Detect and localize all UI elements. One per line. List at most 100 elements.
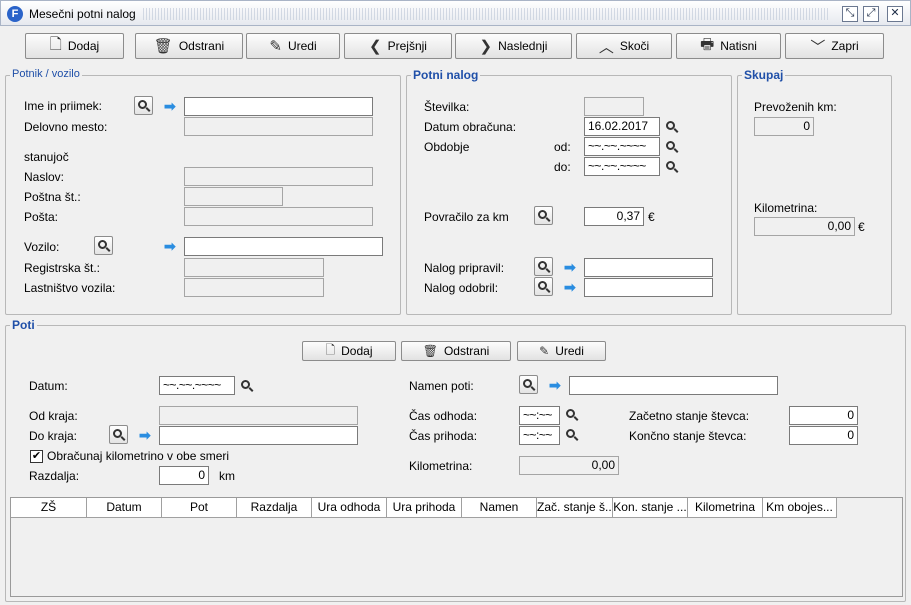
period-label: Obdobje	[424, 140, 470, 154]
address-label: Naslov:	[24, 170, 65, 184]
approved-by-search-button[interactable]	[534, 277, 553, 296]
column-header-purpose[interactable]: Namen	[462, 498, 537, 518]
job-position-field	[184, 117, 373, 136]
calculation-date-picker-button[interactable]	[664, 117, 678, 136]
postal-code-field	[184, 187, 283, 206]
currency-label: €	[858, 220, 865, 234]
jump-button[interactable]: ︿ Skoči	[576, 33, 672, 59]
title-bar: F Mesečni potni nalog ⤡ ⤢ ✕	[0, 0, 911, 26]
number-label: Številka:	[424, 100, 470, 114]
edit-button[interactable]: ✎ Uredi	[246, 33, 340, 59]
prepared-by-input[interactable]	[584, 258, 713, 277]
magnifier-icon	[523, 379, 532, 388]
add-button[interactable]: 🗋 Dodaj	[25, 33, 124, 59]
distance-label: Razdalja:	[29, 469, 80, 483]
trips-legend: Poti	[10, 318, 37, 332]
trip-date-input[interactable]: ~~.~~.~~~~	[159, 376, 235, 395]
name-label: Ime in priimek:	[24, 99, 103, 113]
trip-date-picker-button[interactable]	[239, 376, 253, 395]
approved-by-input[interactable]	[584, 278, 713, 297]
to-place-input[interactable]	[159, 426, 358, 445]
column-header-date[interactable]: Datum	[87, 498, 162, 518]
km-reimbursement-label: Povračilo za km	[424, 210, 509, 224]
trip-purpose-label: Namen poti:	[409, 379, 474, 393]
period-to-label: do:	[554, 160, 571, 174]
chevron-left-icon: ❮	[369, 38, 382, 55]
km-reimbursement-input[interactable]: 0,37	[584, 207, 644, 226]
departure-time-input[interactable]: ~~:~~	[519, 406, 560, 425]
arrow-right-icon: ➡	[564, 279, 576, 295]
vehicle-ownership-field	[184, 278, 324, 297]
period-to-input[interactable]: ~~.~~.~~~~	[584, 157, 660, 176]
column-header-zs[interactable]: ZŠ	[11, 498, 87, 518]
column-header-departure[interactable]: Ura odhoda	[312, 498, 387, 518]
period-to-picker-button[interactable]	[664, 157, 678, 176]
column-header-arrival[interactable]: Ura prihoda	[387, 498, 462, 518]
registration-field	[184, 258, 324, 277]
distance-input[interactable]: 0	[159, 466, 209, 485]
name-input[interactable]	[184, 97, 373, 116]
arrow-right-icon: ➡	[549, 377, 561, 393]
magnifier-icon	[538, 281, 547, 290]
mileage-total-field: 0,00	[754, 217, 855, 236]
period-from-label: od:	[554, 140, 571, 154]
trip-purpose-input[interactable]	[569, 376, 778, 395]
prepared-by-label: Nalog pripravil:	[424, 261, 505, 275]
column-header-route[interactable]: Pot	[162, 498, 237, 518]
period-from-picker-button[interactable]	[664, 137, 678, 156]
maximize-icon[interactable]: ⤢	[863, 6, 879, 22]
calculation-date-label: Datum obračuna:	[424, 120, 517, 134]
odometer-end-input[interactable]: 0	[789, 426, 858, 445]
column-header-mileage[interactable]: Kilometrina	[688, 498, 763, 518]
vehicle-input[interactable]	[184, 237, 383, 256]
column-header-km-both[interactable]: Km obojes...	[763, 498, 837, 518]
departure-time-label: Čas odhoda:	[409, 409, 478, 423]
arrival-time-input[interactable]: ~~:~~	[519, 426, 560, 445]
close-button[interactable]: ﹀ Zapri	[785, 33, 884, 59]
both-directions-checkbox[interactable]: ✔	[30, 450, 43, 463]
departure-time-picker-button[interactable]	[564, 405, 578, 424]
column-header-odometer-end[interactable]: Kon. stanje ...	[613, 498, 688, 518]
magnifier-icon	[538, 210, 547, 219]
calculation-date-input[interactable]: 16.02.2017	[584, 117, 660, 136]
km-reimbursement-search-button[interactable]	[534, 206, 553, 225]
post-field	[184, 207, 373, 226]
next-button[interactable]: ❯ Naslednji	[455, 33, 572, 59]
trip-purpose-search-button[interactable]	[519, 375, 538, 394]
totals-legend: Skupaj	[742, 68, 786, 82]
trip-edit-button[interactable]: ✎ Uredi	[517, 341, 606, 361]
odometer-start-label: Začetno stanje števca:	[629, 409, 750, 423]
close-icon[interactable]: ✕	[887, 6, 903, 22]
chevron-up-icon: ︿	[598, 38, 614, 56]
km-driven-label: Prevoženih km:	[754, 100, 837, 114]
address-field	[184, 167, 373, 186]
from-place-field	[159, 406, 358, 425]
column-header-distance[interactable]: Razdalja	[237, 498, 312, 518]
distance-unit: km	[219, 469, 235, 483]
to-place-search-button[interactable]	[109, 425, 128, 444]
residing-label: stanujoč	[24, 150, 69, 164]
edit-icon: ✎	[539, 344, 550, 358]
arrival-time-label: Čas prihoda:	[409, 429, 478, 443]
prepared-by-search-button[interactable]	[534, 257, 553, 276]
previous-button[interactable]: ❮ Prejšnji	[344, 33, 452, 59]
vehicle-search-button[interactable]	[94, 236, 113, 255]
window-title: Mesečni potni nalog	[29, 7, 136, 21]
trips-table[interactable]: ZŠ Datum Pot Razdalja Ura odhoda Ura pri…	[10, 497, 903, 597]
name-search-button[interactable]	[134, 96, 153, 115]
restore-icon[interactable]: ⤡	[842, 6, 858, 22]
arrow-right-icon: ➡	[564, 259, 576, 275]
magnifier-icon	[665, 141, 675, 150]
remove-button[interactable]: 🗑 Odstrani	[135, 33, 243, 59]
odometer-start-input[interactable]: 0	[789, 406, 858, 425]
period-from-input[interactable]: ~~.~~.~~~~	[584, 137, 660, 156]
chevron-right-icon: ❯	[479, 38, 493, 55]
magnifier-icon	[113, 429, 122, 438]
title-bar-texture	[143, 8, 829, 20]
magnifier-icon	[665, 121, 675, 130]
trip-remove-button[interactable]: 🗑 Odstrani	[401, 341, 511, 361]
trip-add-button[interactable]: 🗋 Dodaj	[302, 341, 396, 361]
print-button[interactable]: 🖶 Natisni	[676, 33, 781, 59]
column-header-odometer-start[interactable]: Zač. stanje š...	[537, 498, 613, 518]
arrival-time-picker-button[interactable]	[564, 425, 578, 444]
